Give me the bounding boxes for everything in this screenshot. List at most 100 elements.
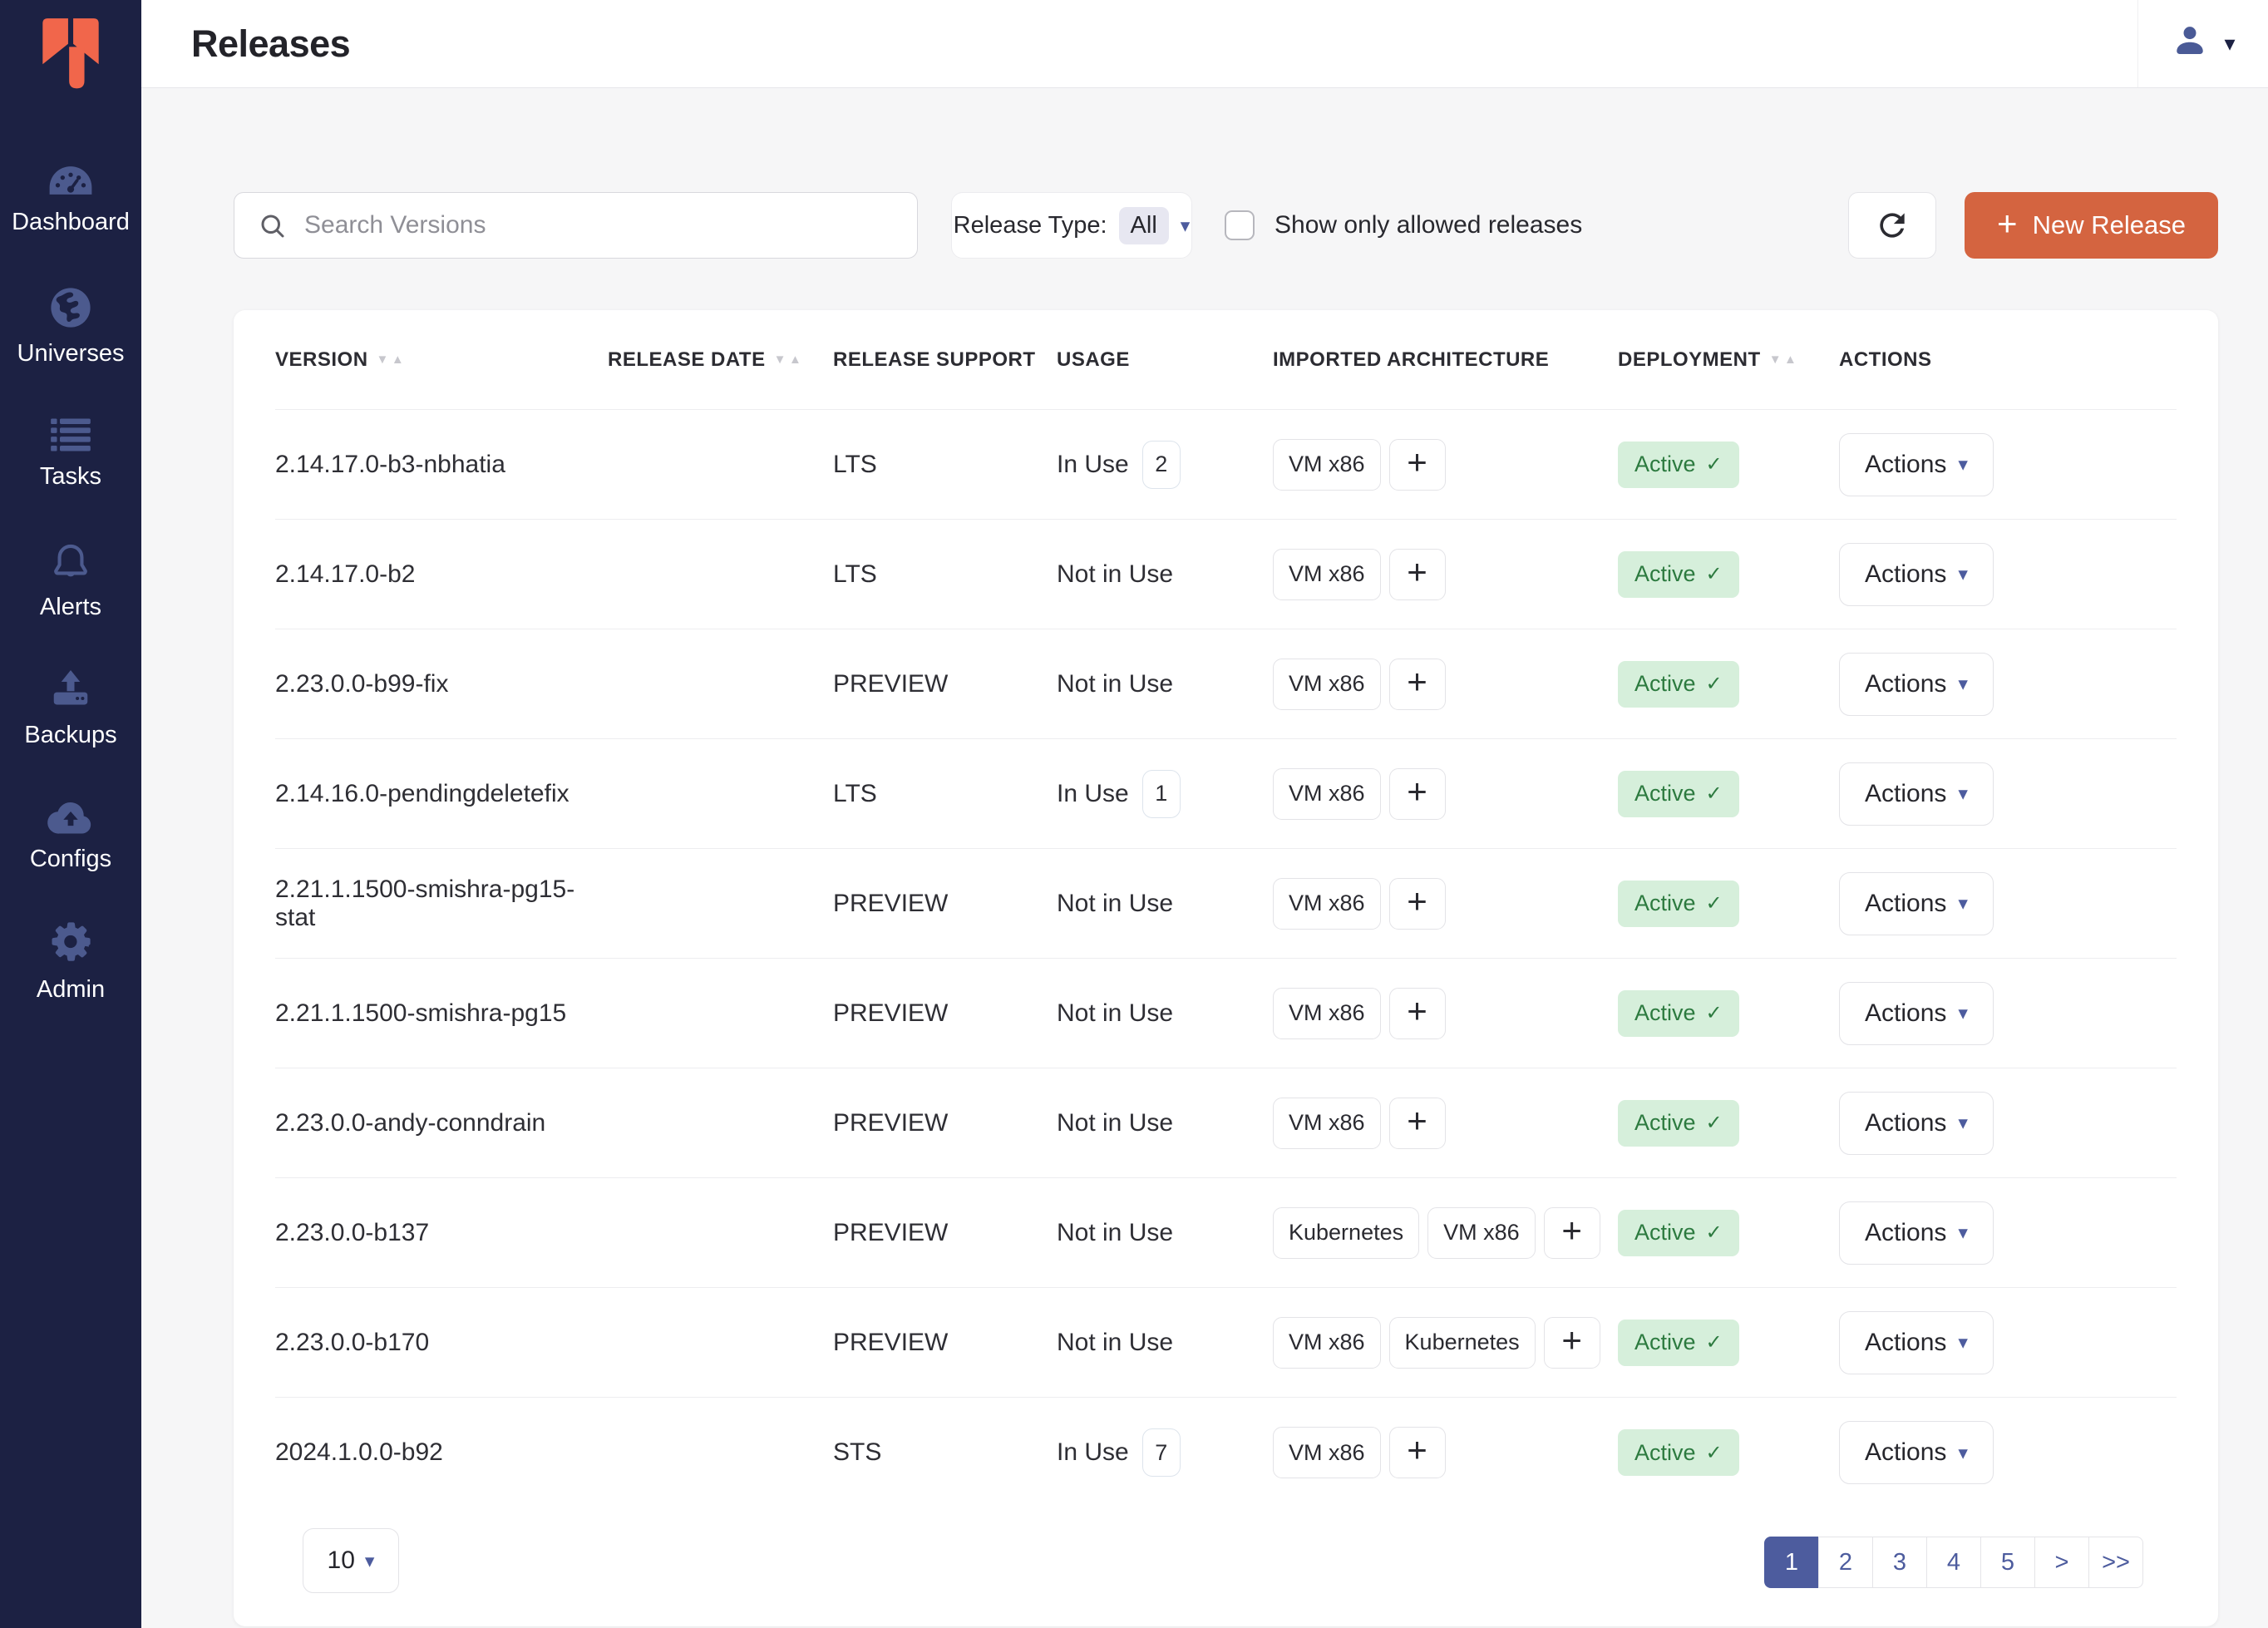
show-allowed-label: Show only allowed releases [1275, 211, 1582, 239]
actions-label: Actions [1865, 670, 1946, 698]
sidebar-item-tasks[interactable]: Tasks [0, 390, 141, 517]
add-architecture-button[interactable]: + [1389, 878, 1446, 930]
sidebar-item-backups[interactable]: Backups [0, 644, 141, 772]
version-cell: 2.21.1.1500-smishra-pg15-stat [275, 876, 608, 932]
sidebar-item-label: Dashboard [12, 209, 130, 236]
column-header-deployment[interactable]: DEPLOYMENT ▼▲ [1618, 348, 1839, 372]
add-architecture-button[interactable]: + [1544, 1207, 1600, 1259]
search-input[interactable] [234, 193, 917, 258]
yugabyte-logo-icon[interactable] [35, 13, 106, 99]
actions-button[interactable]: Actions▾ [1839, 1421, 1994, 1484]
column-label: USAGE [1057, 348, 1130, 372]
actions-cell: Actions▾ [1839, 872, 2177, 935]
chevron-down-icon: ▾ [1958, 782, 1968, 805]
architecture-cell: VM x86+ [1273, 439, 1618, 491]
actions-label: Actions [1865, 890, 1946, 918]
architecture-chip: VM x86 [1273, 988, 1381, 1039]
sidebar-item-configs[interactable]: Configs [0, 772, 141, 899]
page-button[interactable]: 3 [1872, 1537, 1927, 1588]
deployment-cell: Active ✓ [1618, 1100, 1839, 1147]
actions-button[interactable]: Actions▾ [1839, 872, 1994, 935]
deployment-cell: Active ✓ [1618, 551, 1839, 598]
check-icon: ✓ [1706, 562, 1723, 586]
actions-button[interactable]: Actions▾ [1839, 653, 1994, 716]
deployment-status-label: Active [1634, 1000, 1696, 1026]
actions-label: Actions [1865, 451, 1946, 479]
last-page-button[interactable]: >> [2088, 1537, 2143, 1588]
next-page-button[interactable]: > [2034, 1537, 2089, 1588]
architecture-chip: VM x86 [1273, 1427, 1381, 1478]
check-icon: ✓ [1706, 1330, 1723, 1354]
usage-cell: Not in Use [1057, 670, 1273, 698]
deployment-status-badge: Active✓ [1618, 990, 1739, 1037]
release-support-cell: LTS [833, 451, 1057, 479]
version-cell: 2.23.0.0-andy-conndrain [275, 1109, 608, 1137]
table-header-row: VERSION ▼▲ RELEASE DATE ▼▲ RELEASE SUPPO… [275, 310, 2177, 410]
table-row: 2.23.0.0-b170PREVIEWNot in UseVM x86Kube… [275, 1288, 2177, 1398]
usage-cell: Not in Use [1057, 890, 1273, 918]
usage-cell: Not in Use [1057, 1219, 1273, 1247]
actions-button[interactable]: Actions▾ [1839, 982, 1994, 1045]
column-header-imported-architecture: IMPORTED ARCHITECTURE [1273, 348, 1618, 372]
check-icon: ✓ [1706, 1111, 1723, 1135]
page-button[interactable]: 2 [1818, 1537, 1873, 1588]
actions-cell: Actions▾ [1839, 982, 2177, 1045]
architecture-chip: Kubernetes [1273, 1207, 1419, 1259]
new-release-button[interactable]: + New Release [1965, 192, 2218, 259]
sidebar-item-dashboard[interactable]: Dashboard [0, 136, 141, 263]
user-menu[interactable]: ▾ [2137, 0, 2268, 87]
deployment-status-label: Active [1634, 1110, 1696, 1136]
release-type-dropdown[interactable]: Release Type: All ▾ [951, 192, 1192, 259]
releases-table: VERSION ▼▲ RELEASE DATE ▼▲ RELEASE SUPPO… [275, 310, 2177, 1507]
actions-button[interactable]: Actions▾ [1839, 1311, 1994, 1374]
page-button[interactable]: 4 [1926, 1537, 1981, 1588]
add-architecture-button[interactable]: + [1389, 549, 1446, 600]
deployment-status-label: Active [1634, 561, 1696, 587]
check-icon: ✓ [1706, 1221, 1723, 1245]
architecture-cell: VM x86+ [1273, 768, 1618, 820]
add-architecture-button[interactable]: + [1389, 659, 1446, 710]
chevron-down-icon: ▾ [1958, 1221, 1968, 1244]
actions-button[interactable]: Actions▾ [1839, 543, 1994, 606]
sidebar-item-universes[interactable]: Universes [0, 263, 141, 390]
architecture-chip: Kubernetes [1389, 1317, 1536, 1369]
sidebar-nav: Dashboard Universes [0, 136, 141, 1026]
sidebar-item-admin[interactable]: Admin [0, 899, 141, 1026]
page-button[interactable]: 5 [1980, 1537, 2035, 1588]
sort-icons: ▼▲ [377, 353, 405, 367]
deployment-status-badge: Active✓ [1618, 881, 1739, 927]
page-title: Releases [191, 22, 350, 66]
column-header-release-date[interactable]: RELEASE DATE ▼▲ [608, 348, 833, 372]
page-size-dropdown[interactable]: 10 ▾ [303, 1528, 399, 1593]
version-cell: 2024.1.0.0-b92 [275, 1438, 608, 1467]
actions-button[interactable]: Actions▾ [1839, 1092, 1994, 1155]
usage-cell: In Use2 [1057, 441, 1273, 489]
actions-button[interactable]: Actions▾ [1839, 433, 1994, 496]
usage-label: Not in Use [1057, 890, 1173, 918]
add-architecture-button[interactable]: + [1389, 1427, 1446, 1478]
page-button[interactable]: 1 [1764, 1537, 1819, 1588]
usage-cell: In Use7 [1057, 1428, 1273, 1477]
actions-button[interactable]: Actions▾ [1839, 762, 1994, 826]
cloud-upload-icon [47, 797, 95, 836]
sidebar-item-alerts[interactable]: Alerts [0, 517, 141, 644]
column-label: DEPLOYMENT [1618, 348, 1761, 372]
deployment-cell: Active✓ [1618, 990, 1839, 1037]
add-architecture-button[interactable]: + [1389, 768, 1446, 820]
add-architecture-button[interactable]: + [1389, 1098, 1446, 1149]
actions-button[interactable]: Actions▾ [1839, 1201, 1994, 1265]
dashboard-gauge-icon [47, 162, 95, 199]
sidebar-item-label: Backups [24, 722, 116, 749]
refresh-button[interactable] [1848, 192, 1936, 259]
check-icon: ✓ [1706, 672, 1723, 696]
table-row: 2.14.17.0-b2LTSNot in UseVM x86+Active✓A… [275, 520, 2177, 629]
sort-icons: ▼▲ [1769, 353, 1797, 367]
task-list-icon [49, 417, 92, 453]
add-architecture-button[interactable]: + [1544, 1317, 1600, 1369]
column-header-version[interactable]: VERSION ▼▲ [275, 348, 608, 372]
add-architecture-button[interactable]: + [1389, 439, 1446, 491]
check-icon: ✓ [1706, 1441, 1723, 1465]
deployment-status-badge: Active✓ [1618, 1429, 1739, 1476]
add-architecture-button[interactable]: + [1389, 988, 1446, 1039]
show-allowed-checkbox[interactable] [1225, 210, 1255, 240]
